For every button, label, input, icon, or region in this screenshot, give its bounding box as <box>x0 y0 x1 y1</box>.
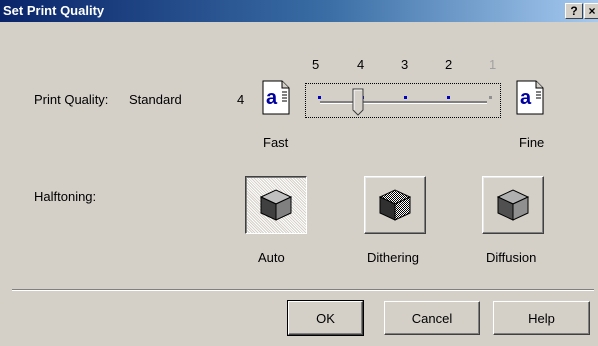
halftone-dithering-label: Dithering <box>367 250 420 265</box>
scale-label-3: 3 <box>401 57 409 72</box>
halftone-auto-button[interactable] <box>245 176 307 234</box>
fine-glyph: a <box>520 87 532 109</box>
help-question-button[interactable]: ? <box>565 3 583 19</box>
slider-tick-1 <box>489 87 492 99</box>
cancel-button[interactable]: Cancel <box>384 301 480 335</box>
dithering-cube-icon <box>378 189 412 221</box>
scale-label-2: 2 <box>445 57 453 72</box>
window-title: Set Print Quality <box>3 3 105 18</box>
scale-label-5: 5 <box>312 57 320 72</box>
separator <box>12 289 594 291</box>
halftone-diffusion-label: Diffusion <box>486 250 537 265</box>
slider-tick-5 <box>318 87 321 99</box>
ok-button[interactable]: OK <box>287 300 364 336</box>
scale-label-4: 4 <box>357 57 365 72</box>
help-button[interactable]: Help <box>493 301 590 335</box>
print-quality-level: 4 <box>237 92 245 107</box>
slider-thumb[interactable] <box>352 88 364 116</box>
diffusion-cube-icon <box>496 189 530 221</box>
auto-cube-icon <box>259 189 293 221</box>
draft-document-icon: a <box>262 80 292 116</box>
print-quality-mode: Standard <box>129 92 182 107</box>
slider-track <box>320 101 487 104</box>
draft-glyph: a <box>266 87 278 109</box>
fine-label: Fine <box>519 135 545 150</box>
halftone-dithering-button[interactable] <box>364 176 426 234</box>
halftone-auto-label: Auto <box>258 250 285 265</box>
title-bar: Set Print Quality ? × <box>0 0 598 22</box>
slider-tick-3 <box>404 87 407 99</box>
close-button[interactable]: × <box>584 3 598 19</box>
fine-document-icon: a <box>516 80 546 116</box>
print-quality-label: Print Quality: <box>34 92 109 107</box>
halftone-diffusion-button[interactable] <box>482 176 544 234</box>
fast-label: Fast <box>263 135 289 150</box>
scale-label-1: 1 <box>489 57 497 72</box>
slider-tick-2 <box>447 87 450 99</box>
halftoning-label: Halftoning: <box>34 189 97 204</box>
